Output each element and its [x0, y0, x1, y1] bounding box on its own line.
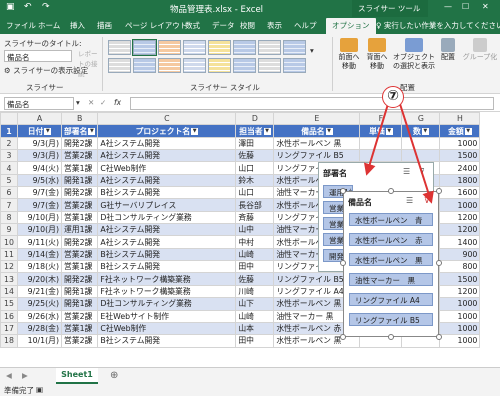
status-text: 準備完了 [4, 386, 34, 395]
callout-number: ⑦ [382, 86, 404, 108]
callout-arrows [363, 103, 434, 204]
status-bar: 準備完了 ▣ [0, 384, 500, 396]
prev-sheet-icon[interactable]: ◀ [6, 371, 12, 380]
sheet-tab-sheet1[interactable]: Sheet1 [56, 368, 98, 384]
sheet-tab-bar: ◀ ▶ Sheet1 ⊕ [0, 367, 500, 384]
next-sheet-icon[interactable]: ▶ [22, 371, 28, 380]
macro-record-icon[interactable]: ▣ [36, 385, 43, 394]
add-sheet-icon[interactable]: ⊕ [110, 370, 118, 381]
callout-arrow-right [399, 103, 434, 204]
callout-arrow-left [363, 103, 389, 176]
